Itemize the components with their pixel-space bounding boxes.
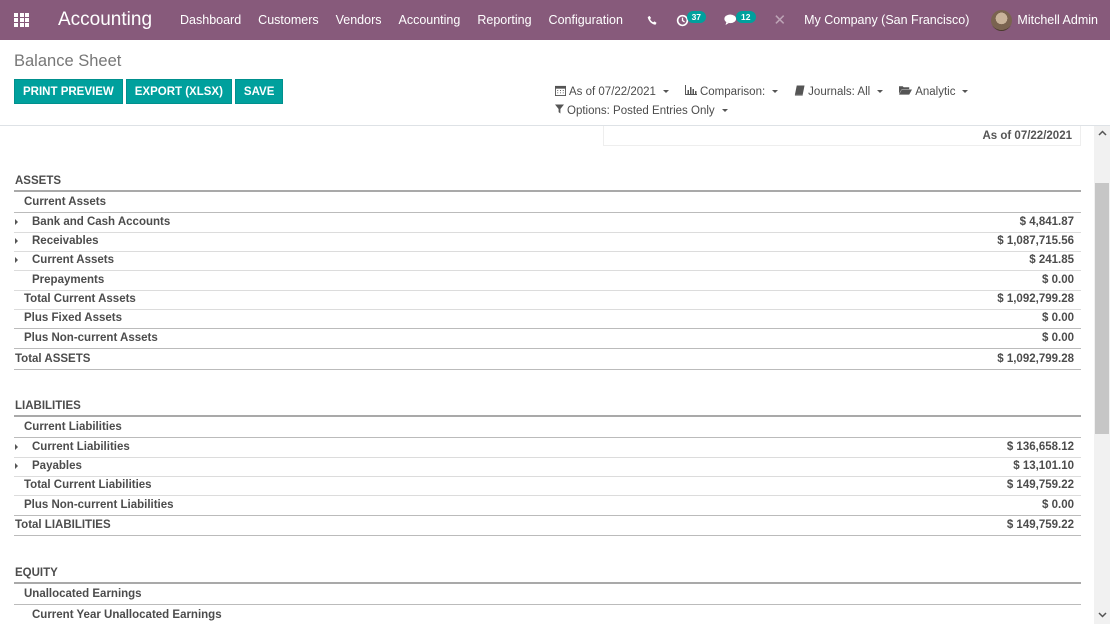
menu-vendors[interactable]: Vendors	[336, 13, 382, 27]
caret-right-icon[interactable]	[15, 463, 18, 470]
print-preview-button[interactable]: PRINT PREVIEW	[14, 79, 123, 104]
save-button[interactable]: SAVE	[234, 79, 284, 104]
line-amount[interactable]: $ 1,092,799.28	[997, 293, 1081, 305]
menu-customers[interactable]: Customers	[258, 13, 318, 27]
report-line[interactable]: Current Liabilities $ 136,658.12	[14, 438, 1081, 458]
scrollbar-thumb[interactable]	[1095, 183, 1109, 434]
line-amount[interactable]: $ 1,087,715.56	[997, 235, 1081, 247]
caret-down-icon	[962, 90, 969, 93]
caret-down-icon	[877, 90, 884, 93]
systray: 37 12 ✕ My Company (San Francisco) Mitch…	[647, 0, 1110, 40]
user-name: Mitchell Admin	[1017, 13, 1098, 27]
caret-down-icon	[772, 90, 779, 93]
report-line[interactable]: Prepayments $ 0.00	[14, 271, 1081, 291]
filter-funnel-icon	[555, 104, 564, 117]
options-filter[interactable]: Options: Posted Entries Only	[555, 104, 728, 117]
menu-accounting[interactable]: Accounting	[398, 13, 460, 27]
menu-configuration[interactable]: Configuration	[549, 13, 623, 27]
caret-right-icon[interactable]	[15, 257, 18, 264]
report-line[interactable]: Current Liabilities	[14, 418, 1081, 438]
calendar-icon	[555, 85, 566, 99]
folder-open-icon	[899, 85, 913, 98]
scroll-down-icon[interactable]	[1094, 608, 1110, 624]
line-amount[interactable]: $ 13,101.10	[1013, 460, 1081, 472]
app-title[interactable]: Accounting	[58, 9, 152, 31]
line-amount[interactable]: $ 0.00	[1042, 499, 1081, 511]
report-line[interactable]: Current Year Unallocated Earnings	[14, 605, 1081, 624]
section-header-equity: EQUITY	[14, 564, 1081, 584]
line-amount[interactable]: $ 149,759.22	[1007, 519, 1081, 531]
line-amount[interactable]: $ 0.00	[1042, 312, 1081, 324]
caret-right-icon[interactable]	[15, 238, 18, 245]
analytic-filter-label: Analytic	[915, 85, 956, 98]
column-header-date: As of 07/22/2021	[603, 126, 1081, 146]
phone-icon[interactable]	[647, 15, 658, 26]
comparison-filter-label: Comparison:	[699, 85, 766, 98]
analytic-filter[interactable]: Analytic	[899, 85, 969, 98]
section-header-assets: ASSETS	[14, 172, 1081, 192]
report-line[interactable]: Plus Non-current Liabilities $ 0.00	[14, 496, 1081, 516]
scroll-up-icon[interactable]	[1094, 126, 1110, 142]
balance-sheet-report: As of 07/22/2021 ASSETS Current Assets B…	[0, 126, 1094, 624]
report-filters: As of 07/22/2021 Comparison: Journals: A…	[555, 82, 995, 120]
caret-right-icon[interactable]	[15, 444, 18, 451]
options-filter-label: Options: Posted Entries Only	[567, 104, 715, 117]
date-filter[interactable]: As of 07/22/2021	[555, 85, 669, 99]
line-amount[interactable]: $ 0.00	[1042, 332, 1081, 344]
avatar	[991, 9, 1013, 31]
main-menu: Dashboard Customers Vendors Accounting R…	[180, 13, 640, 27]
export-xlsx-button[interactable]: EXPORT (XLSX)	[125, 79, 232, 104]
section-header-liabilities: LIABILITIES	[14, 397, 1081, 417]
user-menu[interactable]: Mitchell Admin	[991, 9, 1098, 31]
report-line[interactable]: Payables $ 13,101.10	[14, 457, 1081, 477]
control-panel: Balance Sheet PRINT PREVIEW EXPORT (XLSX…	[0, 40, 1110, 126]
report-line[interactable]: Current Assets $ 241.85	[14, 251, 1081, 271]
breadcrumb: Balance Sheet	[14, 52, 122, 70]
menu-dashboard[interactable]: Dashboard	[180, 13, 241, 27]
apps-menu-icon[interactable]	[14, 13, 30, 27]
line-amount[interactable]: $ 1,092,799.28	[997, 353, 1081, 365]
line-amount[interactable]: $ 136,658.12	[1007, 441, 1081, 453]
debug-tools-icon[interactable]: ✕	[774, 11, 787, 29]
line-amount[interactable]: $ 149,759.22	[1007, 479, 1081, 491]
comparison-filter[interactable]: Comparison:	[684, 85, 779, 98]
menu-reporting[interactable]: Reporting	[477, 13, 531, 27]
date-filter-label: As of 07/22/2021	[569, 85, 656, 98]
caret-down-icon	[721, 109, 728, 112]
report-line[interactable]: Total Current Liabilities $ 149,759.22	[14, 476, 1081, 496]
journals-filter-label: Journals: All	[808, 85, 871, 98]
caret-down-icon	[662, 90, 669, 93]
book-icon	[794, 84, 805, 99]
caret-right-icon[interactable]	[15, 219, 18, 226]
line-amount[interactable]: $ 241.85	[1029, 254, 1081, 266]
line-amount[interactable]: $ 0.00	[1042, 274, 1081, 286]
messages-icon[interactable]: 12	[724, 11, 756, 26]
messages-badge: 12	[736, 11, 756, 23]
report-line[interactable]: Receivables $ 1,087,715.56	[14, 232, 1081, 252]
activity-badge: 37	[686, 11, 707, 23]
report-line-total[interactable]: Total LIABILITIES $ 149,759.22	[14, 516, 1081, 536]
journals-filter[interactable]: Journals: All	[794, 84, 884, 99]
action-buttons: PRINT PREVIEW EXPORT (XLSX) SAVE	[14, 79, 286, 104]
report-line[interactable]: Current Assets	[14, 193, 1081, 213]
report-line-total[interactable]: Total ASSETS $ 1,092,799.28	[14, 350, 1081, 370]
report-line[interactable]: Total Current Assets $ 1,092,799.28	[14, 290, 1081, 310]
vertical-scrollbar[interactable]	[1094, 126, 1110, 624]
report-line[interactable]: Bank and Cash Accounts $ 4,841.87	[14, 213, 1081, 233]
top-navbar: Accounting Dashboard Customers Vendors A…	[0, 0, 1110, 40]
bar-chart-icon	[684, 85, 697, 98]
activity-clock-icon[interactable]: 37	[676, 11, 707, 27]
report-line[interactable]: Plus Fixed Assets $ 0.00	[14, 309, 1081, 329]
report-line[interactable]: Unallocated Earnings	[14, 585, 1081, 605]
line-amount[interactable]: $ 4,841.87	[1020, 216, 1081, 228]
company-switcher[interactable]: My Company (San Francisco)	[804, 13, 969, 27]
report-line[interactable]: Plus Non-current Assets $ 0.00	[14, 329, 1081, 349]
